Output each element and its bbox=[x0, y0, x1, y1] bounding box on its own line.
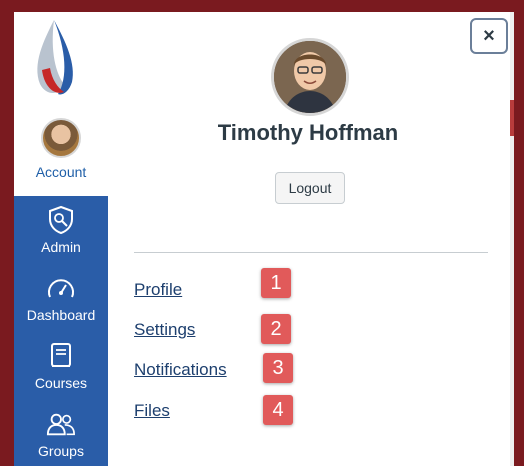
logo-link[interactable] bbox=[14, 12, 108, 104]
step-badge-1: 1 bbox=[261, 268, 291, 298]
profile-photo-image bbox=[274, 41, 346, 113]
background-accent bbox=[510, 100, 514, 136]
files-link[interactable]: Files bbox=[134, 401, 170, 421]
account-label: Account bbox=[35, 164, 87, 180]
profile-link[interactable]: Profile bbox=[134, 280, 182, 300]
account-tray: × Timothy Hoffman Logout Profile 1 Setti… bbox=[108, 12, 508, 466]
account-avatar bbox=[41, 118, 81, 158]
admin-shield-icon bbox=[49, 205, 73, 235]
nav-item-admin[interactable]: Admin bbox=[14, 196, 108, 264]
canvas-logo-icon bbox=[37, 20, 73, 95]
step-badge-3: 3 bbox=[263, 353, 293, 383]
step-badge-4: 4 bbox=[263, 395, 293, 425]
step-badge-2: 2 bbox=[261, 314, 291, 344]
close-button[interactable]: × bbox=[470, 18, 508, 54]
nav-label-groups: Groups bbox=[38, 443, 84, 459]
profile-avatar bbox=[271, 38, 349, 116]
dashboard-gauge-icon bbox=[48, 279, 74, 298]
nav-list: Admin Dashboard Courses Groups bbox=[14, 196, 108, 466]
nav-item-groups[interactable]: Groups bbox=[14, 400, 108, 466]
logout-button[interactable]: Logout bbox=[275, 172, 345, 204]
global-navigation: Account Admin Dashboard Courses Groups bbox=[14, 12, 108, 466]
settings-link[interactable]: Settings bbox=[134, 320, 195, 340]
courses-book-icon bbox=[51, 343, 71, 367]
groups-people-icon bbox=[46, 413, 75, 436]
divider bbox=[134, 252, 488, 253]
background-page-strip bbox=[510, 12, 514, 466]
nav-item-dashboard[interactable]: Dashboard bbox=[14, 264, 108, 332]
account-nav-item[interactable]: Account bbox=[14, 104, 108, 196]
nav-label-admin: Admin bbox=[41, 239, 81, 255]
nav-label-courses: Courses bbox=[34, 375, 88, 391]
nav-label-dashboard: Dashboard bbox=[26, 307, 96, 323]
nav-item-courses[interactable]: Courses bbox=[14, 332, 108, 400]
user-name: Timothy Hoffman bbox=[217, 120, 399, 145]
notifications-link[interactable]: Notifications bbox=[134, 360, 227, 380]
